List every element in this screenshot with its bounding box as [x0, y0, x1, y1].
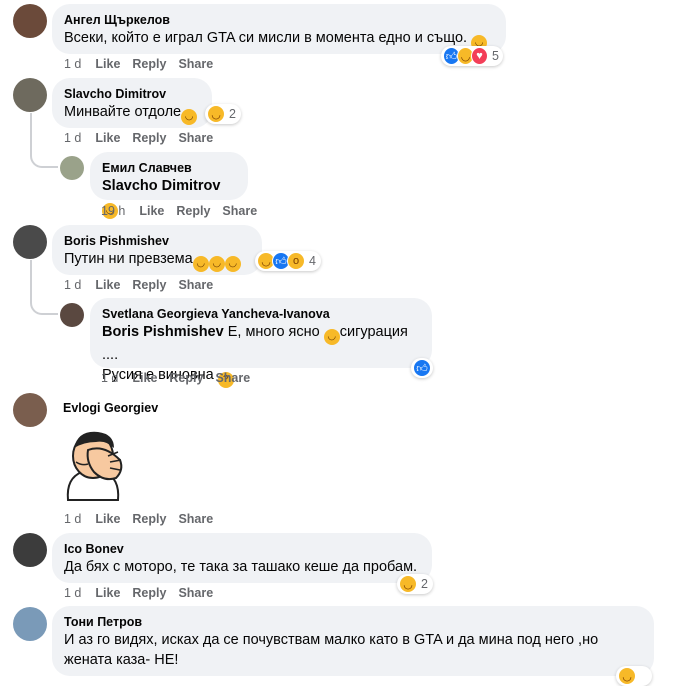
- avatar[interactable]: [13, 393, 47, 427]
- wow-icon: o: [287, 252, 305, 270]
- comment-bubble: Slavcho Dimitrov Минвайте отдоле ◡: [52, 78, 212, 128]
- comment-author[interactable]: Boris Pishmishev: [64, 233, 250, 249]
- comment-text: Boris Pishmishev Е, много ясно ◡ сигураци…: [102, 324, 408, 363]
- reply-button[interactable]: Reply: [169, 371, 203, 385]
- comment-actions: 1 d Like Reply Share: [64, 57, 225, 71]
- like-button[interactable]: Like: [95, 57, 120, 71]
- haha-icon: ◡: [207, 105, 225, 123]
- reaction-count: 4: [309, 254, 316, 268]
- reaction-summary[interactable]: ◡ 2: [205, 104, 241, 124]
- comment-author[interactable]: Тони Петров: [64, 614, 642, 630]
- avatar[interactable]: [13, 78, 47, 112]
- comment-author[interactable]: Емил Славчев: [102, 160, 236, 176]
- mention-link[interactable]: Boris Pishmishev: [102, 324, 224, 340]
- reply-button[interactable]: Reply: [132, 512, 166, 526]
- comment-actions: 19 h Like Reply Share: [101, 204, 269, 218]
- share-button[interactable]: Share: [178, 131, 213, 145]
- comment-time[interactable]: 1 d: [64, 586, 81, 600]
- comment-time[interactable]: 1 d: [64, 57, 81, 71]
- comment-text: Путин ни превзема ◡ ◡ ◡: [64, 249, 250, 272]
- reply-button[interactable]: Reply: [176, 204, 210, 218]
- comment-time[interactable]: 19 h: [101, 204, 125, 218]
- reply-button[interactable]: Reply: [132, 57, 166, 71]
- comment-actions: 1 d Like Reply Share: [64, 278, 225, 292]
- comment-author[interactable]: Ico Bonev: [64, 541, 420, 557]
- share-button[interactable]: Share: [178, 512, 213, 526]
- reaction-summary[interactable]: 👍︎ ◡ ♥ 5: [441, 46, 503, 66]
- comment-actions: 1 d Like Reply Share: [64, 512, 225, 526]
- facepalm-sticker: [66, 431, 123, 501]
- comment-text-line2: жената каза- НЕ!: [64, 652, 179, 668]
- share-button[interactable]: Share: [215, 371, 250, 385]
- reaction-summary[interactable]: ◡ 2: [397, 574, 433, 594]
- comment-text: Всеки, който е играл GTA си мисли в моме…: [64, 28, 494, 51]
- comment-time[interactable]: 1 d: [64, 512, 81, 526]
- rofl-emoji-icon: ◡: [323, 329, 340, 345]
- reaction-count: 2: [229, 107, 236, 121]
- avatar[interactable]: [13, 4, 47, 38]
- share-button[interactable]: Share: [178, 278, 213, 292]
- comment-actions: 1 d Like Reply Share: [64, 131, 225, 145]
- avatar[interactable]: [60, 303, 84, 327]
- haha-icon: ◡: [399, 575, 417, 593]
- love-icon: ♥: [471, 47, 489, 65]
- comment-time[interactable]: 1 d: [64, 131, 81, 145]
- comment-bubble: Svetlana Georgieva Yancheva-Ivanova Bori…: [90, 298, 432, 388]
- reaction-count: 2: [421, 577, 428, 591]
- like-button[interactable]: Like: [139, 204, 164, 218]
- comment-bubble: Boris Pishmishev Путин ни превзема ◡ ◡ ◡: [52, 225, 262, 275]
- reaction-summary[interactable]: 👍︎: [411, 358, 433, 378]
- like-button[interactable]: Like: [95, 131, 120, 145]
- comment-actions: 1 d Like Reply Share: [64, 586, 225, 600]
- comment-actions: 1 d Like Reply Share: [101, 371, 262, 385]
- share-button[interactable]: Share: [178, 586, 213, 600]
- comment-author[interactable]: Evlogi Georgiev: [63, 400, 158, 416]
- comment-time[interactable]: 1 d: [64, 278, 81, 292]
- mention-link[interactable]: Slavcho Dimitrov: [102, 178, 220, 194]
- laugh-emoji-icon: ◡: [208, 256, 225, 272]
- comment-bubble: Емил Славчев Slavcho Dimitrov ◡: [90, 152, 248, 219]
- reaction-summary[interactable]: ◡: [616, 666, 652, 686]
- haha-icon: ◡: [618, 667, 636, 685]
- thread-connector: [30, 287, 58, 315]
- comment-text: Да бях с моторо, те така за ташако кеше …: [64, 559, 418, 575]
- reaction-summary[interactable]: ◡ 👍︎ o 4: [255, 251, 321, 271]
- like-icon: 👍︎: [413, 359, 431, 377]
- comment-bubble: Тони Петров И аз го видях, исках да се п…: [52, 606, 654, 676]
- comment-author[interactable]: Ангел Щъркелов: [64, 12, 494, 28]
- laugh-emoji-icon: ◡: [224, 256, 241, 272]
- laugh-emoji-icon: ◡: [192, 256, 209, 272]
- comment-time[interactable]: 1 d: [101, 371, 118, 385]
- share-button[interactable]: Share: [178, 57, 213, 71]
- comment-bubble: Ico Bonev Да бях с моторо, те така за та…: [52, 533, 432, 583]
- reply-button[interactable]: Reply: [132, 278, 166, 292]
- like-button[interactable]: Like: [95, 586, 120, 600]
- comment-text: И аз го видях, исках да се почувствам ма…: [64, 632, 599, 648]
- like-button[interactable]: Like: [132, 371, 157, 385]
- comment-text: Минвайте отдоле ◡: [64, 102, 200, 125]
- reply-button[interactable]: Reply: [132, 586, 166, 600]
- share-button[interactable]: Share: [222, 204, 257, 218]
- comment-author[interactable]: Slavcho Dimitrov: [64, 86, 200, 102]
- reaction-count: 5: [492, 49, 499, 63]
- avatar[interactable]: [60, 156, 84, 180]
- avatar[interactable]: [13, 225, 47, 259]
- reply-button[interactable]: Reply: [132, 131, 166, 145]
- like-button[interactable]: Like: [95, 512, 120, 526]
- like-button[interactable]: Like: [95, 278, 120, 292]
- avatar[interactable]: [13, 533, 47, 567]
- comment-author[interactable]: Svetlana Georgieva Yancheva-Ivanova: [102, 306, 420, 322]
- wink-emoji-icon: ◡: [181, 109, 198, 125]
- thread-connector: [30, 140, 58, 168]
- comment-bubble: Ангел Щъркелов Всеки, който е играл GTA …: [52, 4, 506, 54]
- avatar[interactable]: [13, 607, 47, 641]
